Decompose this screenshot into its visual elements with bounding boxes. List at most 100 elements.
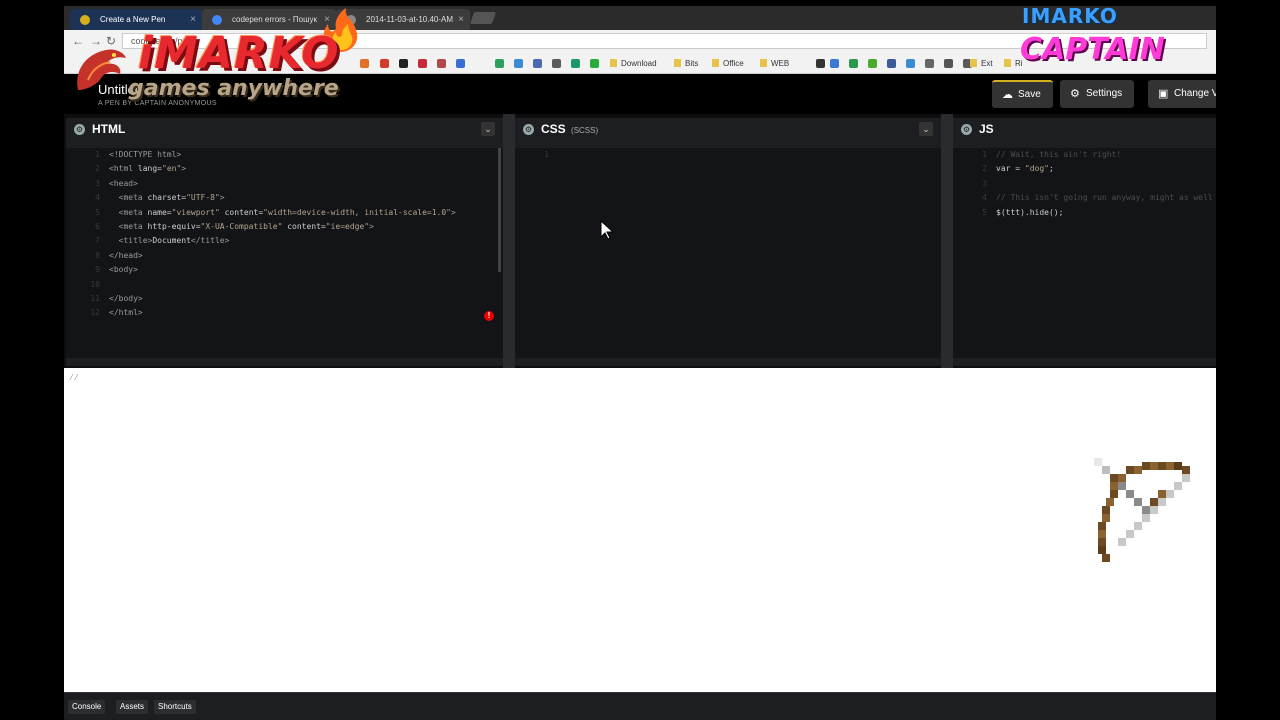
code-token: <title> <box>109 236 153 246</box>
pen-byline: A PEN BY CAPTAIN ANONYMOUS <box>98 100 217 107</box>
folder-icon <box>970 59 977 67</box>
bookmark-icon[interactable] <box>906 59 915 68</box>
bookmark-icon[interactable] <box>514 59 523 68</box>
code-line: 12 </html> <box>66 306 503 320</box>
code-token: // Wait, this ain't right! <box>996 150 1122 159</box>
code-token: <!DOCTYPE html> <box>109 150 182 159</box>
chevron-down-icon[interactable]: ⌄ <box>919 122 933 136</box>
tab-close-icon[interactable]: × <box>190 9 196 30</box>
folder-icon <box>674 59 681 67</box>
error-icon[interactable]: ! <box>484 311 494 321</box>
bookmark-icon[interactable] <box>495 59 504 68</box>
code-token: > <box>451 207 456 217</box>
editor-area: ⚙ HTML ⌄ 1 <!DOCTYPE html> 2 <html lang="en… <box>64 114 1216 368</box>
pane-title: HTML <box>92 122 126 136</box>
pane-title: CSS (SCSS) <box>541 122 599 136</box>
tab-favicon-icon <box>80 15 90 25</box>
line-number: 2 <box>982 164 987 174</box>
layout-icon: ▣ <box>1158 88 1169 100</box>
stream-logo-corner-bottom: CAPTAIN <box>1020 32 1165 67</box>
chevron-down-icon[interactable]: ⌄ <box>481 122 495 136</box>
dragon-logo-icon <box>77 49 126 90</box>
code-token: "viewport" <box>171 207 220 217</box>
code-token: "dog" <box>1024 164 1049 174</box>
folder-icon <box>712 59 719 67</box>
line-number: 3 <box>982 178 987 188</box>
preview-text: // <box>69 374 79 383</box>
code-token: "UTF-8" <box>186 193 220 203</box>
mouse-cursor-icon <box>600 220 614 240</box>
line-number: 5 <box>95 207 100 217</box>
bookmark-icon[interactable] <box>552 59 561 68</box>
bookmark-web[interactable]: WEB <box>760 58 789 70</box>
scrollbar[interactable] <box>498 148 501 272</box>
bookmark-icon[interactable] <box>887 59 896 68</box>
new-tab-button[interactable] <box>469 12 497 24</box>
line-number: 4 <box>982 193 987 203</box>
gear-icon[interactable]: ⚙ <box>74 124 85 135</box>
bookmark-icon[interactable] <box>418 59 427 68</box>
star-icon[interactable] <box>816 59 825 68</box>
code-line: 2 <html lang="en"> <box>66 162 503 176</box>
bookmark-icon[interactable] <box>925 59 934 68</box>
pane-resizer[interactable] <box>941 114 953 368</box>
stream-logo-tagline: games anywhere <box>128 76 339 101</box>
assets-button[interactable]: Assets <box>116 700 149 714</box>
bookmark-icon[interactable] <box>590 59 599 68</box>
pane-title: JS <box>979 122 994 136</box>
bookmark-icon[interactable] <box>830 59 839 68</box>
code-token: </body> <box>109 293 143 303</box>
tab-close-icon[interactable]: × <box>458 9 464 30</box>
html-pane-header: ⚙ HTML ⌄ <box>66 118 503 142</box>
code-line: 1 <!DOCTYPE html> <box>66 148 503 162</box>
bookmark-icon[interactable] <box>571 59 580 68</box>
code-line: 5 $(ttt).hide(); <box>953 206 1216 220</box>
bookmark-ext[interactable]: Ext <box>970 58 993 70</box>
preview-frame[interactable]: // <box>64 368 1216 692</box>
bookmark-icon[interactable] <box>533 59 542 68</box>
pane-resizer[interactable] <box>503 114 515 368</box>
code-line: 9 <body> <box>66 263 503 277</box>
code-token: <meta <box>109 193 148 203</box>
browser-window: Create a New Pen × codepen errors - Пошу… <box>64 6 1216 720</box>
change-view-button[interactable]: ▣ Change V <box>1148 80 1216 108</box>
line-number: 1 <box>95 150 100 159</box>
code-line: 11 </body> <box>66 292 503 306</box>
save-button[interactable]: ☁ Save <box>992 80 1053 108</box>
code-token: content= <box>219 207 264 217</box>
line-number: 4 <box>95 193 100 203</box>
code-token: </html> <box>109 308 143 318</box>
bookmark-icon[interactable] <box>360 59 369 68</box>
shortcuts-button[interactable]: Shortcuts <box>154 700 196 714</box>
code-line: 7 <title>Document</title> <box>66 234 503 248</box>
code-line: 5 <meta name="viewport" content="width=d… <box>66 206 503 220</box>
line-number: 5 <box>982 207 987 217</box>
bookmark-icon[interactable] <box>380 59 389 68</box>
browser-tab-active[interactable]: Create a New Pen × <box>70 9 202 30</box>
bookmark-icon[interactable] <box>456 59 465 68</box>
bookmark-icon[interactable] <box>868 59 877 68</box>
code-line: 4 <meta charset="UTF-8"> <box>66 191 503 205</box>
console-button[interactable]: Console <box>68 700 106 714</box>
bookmark-icon[interactable] <box>437 59 446 68</box>
bookmark-bits[interactable]: Bits <box>674 58 698 70</box>
cloud-icon: ☁ <box>1002 89 1013 101</box>
gear-icon[interactable]: ⚙ <box>961 124 972 135</box>
bookmark-icon[interactable] <box>849 59 858 68</box>
html-code-editor[interactable]: 1 <!DOCTYPE html> 2 <html lang="en"> 3 <head>… <box>66 148 503 358</box>
code-token: > <box>369 221 374 231</box>
code-token: $(ttt).hide(); <box>996 207 1064 217</box>
settings-button[interactable]: ⚙ Settings <box>1060 80 1135 108</box>
stream-logo-corner-top: IMARKO <box>1022 4 1118 28</box>
line-number: 3 <box>95 178 100 188</box>
css-code-editor[interactable]: 1 <box>515 148 941 358</box>
bookmark-office[interactable]: Office <box>712 58 744 70</box>
code-line: 2 var = "dog"; <box>953 162 1216 176</box>
bookmark-download[interactable]: Download <box>610 58 657 70</box>
gear-icon[interactable] <box>944 59 953 68</box>
code-token: </head> <box>109 250 143 260</box>
gear-icon[interactable]: ⚙ <box>523 124 534 135</box>
js-code-editor[interactable]: 1 // Wait, this ain't right! 2 var = "dog";… <box>953 148 1216 358</box>
line-number: 1 <box>982 150 987 159</box>
bookmark-icon[interactable] <box>399 59 408 68</box>
